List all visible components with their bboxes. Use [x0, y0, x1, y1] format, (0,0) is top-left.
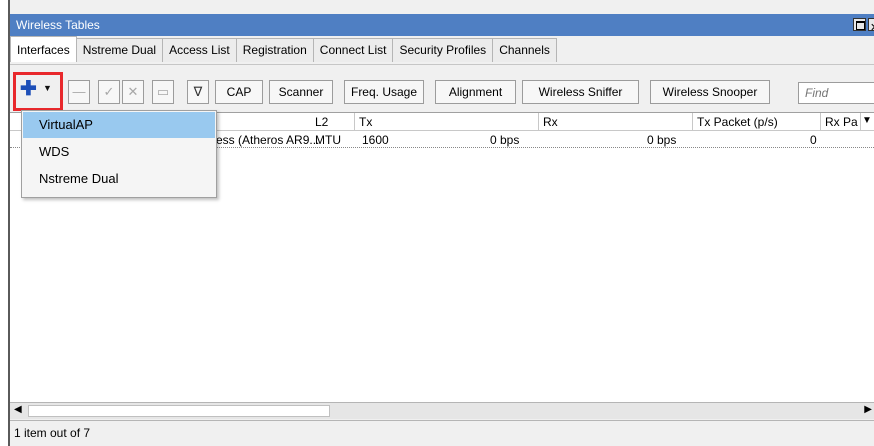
maximize-button[interactable]: [853, 18, 866, 31]
filter-button[interactable]: ∇: [187, 80, 209, 104]
comment-button[interactable]: ▭: [152, 80, 174, 104]
note-icon: ▭: [156, 84, 170, 99]
row-tx-packet-cell: 0: [810, 133, 817, 147]
plus-icon: ✚: [20, 78, 37, 100]
toolbar: ✚ ▼ — ✓ ✕ ▭ ∇ CAP Scanner Freq. Usage Al…: [10, 64, 874, 114]
window-title: Wireless Tables: [16, 18, 100, 32]
tab-registration[interactable]: Registration: [235, 38, 314, 62]
minus-icon: —: [72, 84, 86, 99]
cap-button[interactable]: CAP: [215, 80, 263, 104]
horizontal-scrollbar[interactable]: ◀ ▶: [10, 402, 874, 419]
tab-connect-list[interactable]: Connect List: [312, 38, 394, 62]
column-rx[interactable]: Rx: [539, 113, 693, 131]
tab-access-list[interactable]: Access List: [162, 38, 237, 62]
chevron-down-icon: ▼: [43, 83, 52, 93]
menu-item-nstreme-dual[interactable]: Nstreme Dual: [23, 166, 215, 192]
scroll-left-icon[interactable]: ◀: [14, 404, 22, 415]
disable-button[interactable]: ✕: [122, 80, 144, 104]
tab-nstreme-dual[interactable]: Nstreme Dual: [75, 38, 164, 62]
scroll-right-icon[interactable]: ▶: [864, 404, 872, 415]
freq-usage-button[interactable]: Freq. Usage: [344, 80, 424, 104]
wireless-sniffer-button[interactable]: Wireless Sniffer: [522, 80, 639, 104]
tab-security-profiles[interactable]: Security Profiles: [392, 38, 494, 62]
scanner-button[interactable]: Scanner: [269, 80, 333, 104]
column-menu-icon[interactable]: ▼: [862, 115, 872, 126]
menu-item-virtualap[interactable]: VirtualAP: [23, 112, 215, 138]
tab-interfaces[interactable]: Interfaces: [10, 36, 77, 62]
wireless-tables-window: Wireless Tables Interfaces Nstreme Dual …: [8, 0, 874, 446]
column-rx-packet[interactable]: Rx Pa: [821, 113, 861, 131]
column-l2mtu[interactable]: L2 MTU: [311, 113, 355, 147]
menu-item-wds[interactable]: WDS: [23, 139, 215, 165]
row-tx-cell: 0 bps: [490, 133, 520, 147]
alignment-button[interactable]: Alignment: [435, 80, 516, 104]
wireless-snooper-button[interactable]: Wireless Snooper: [650, 80, 770, 104]
status-bar: 1 item out of 7: [10, 420, 874, 446]
check-icon: ✓: [103, 84, 115, 99]
close-button[interactable]: [868, 17, 874, 39]
tab-bar: Interfaces Nstreme Dual Access List Regi…: [10, 36, 557, 62]
column-tx[interactable]: Tx: [355, 113, 539, 131]
add-button[interactable]: ✚ ▼: [13, 72, 63, 111]
cross-icon: ✕: [127, 84, 139, 99]
window-titlebar[interactable]: Wireless Tables: [10, 14, 874, 39]
find-input[interactable]: [798, 82, 874, 104]
scrollbar-thumb[interactable]: [28, 405, 330, 417]
row-type-cell: ess (Atheros AR9...: [216, 133, 320, 147]
filter-icon: ∇: [193, 84, 203, 99]
tab-channels[interactable]: Channels: [492, 38, 557, 62]
row-rx-cell: 0 bps: [647, 133, 677, 147]
remove-button[interactable]: —: [68, 80, 90, 104]
add-dropdown-menu: VirtualAP WDS Nstreme Dual: [21, 110, 217, 198]
column-tx-packet[interactable]: Tx Packet (p/s): [693, 113, 821, 131]
enable-button[interactable]: ✓: [98, 80, 120, 104]
row-l2mtu-cell: 1600: [362, 133, 389, 147]
